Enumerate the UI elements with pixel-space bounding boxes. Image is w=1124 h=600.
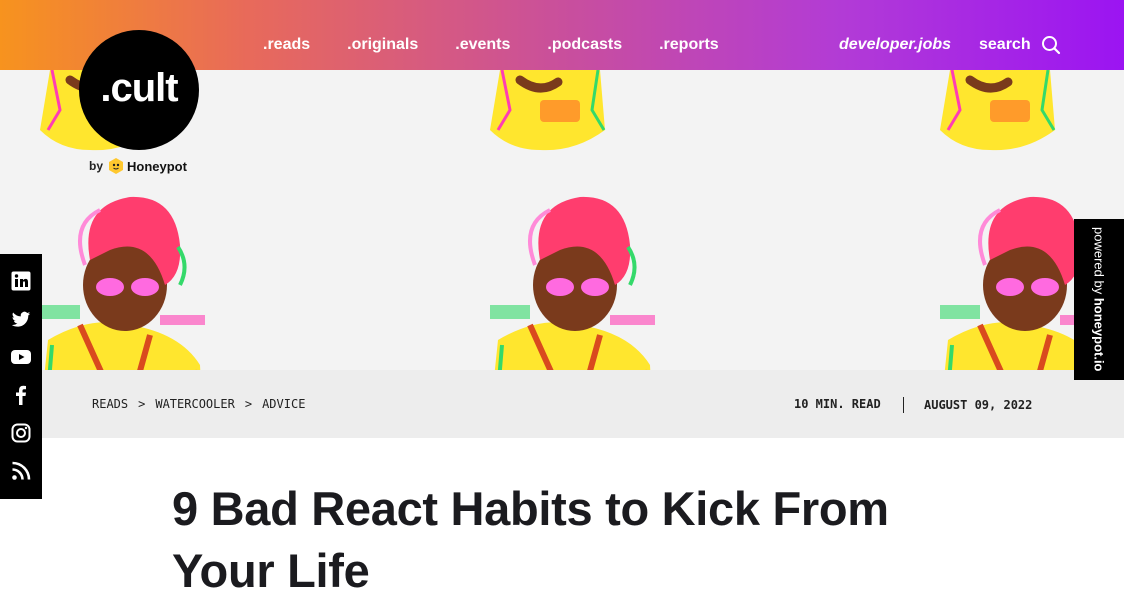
cult-logo[interactable]: .cult xyxy=(79,30,199,150)
facebook-icon[interactable] xyxy=(11,385,31,405)
developer-jobs-link[interactable]: developer.jobs xyxy=(839,36,951,54)
breadcrumb-reads[interactable]: READS xyxy=(92,397,128,411)
honeypot-bee-icon xyxy=(108,157,124,175)
nav-podcasts[interactable]: .podcasts xyxy=(547,36,622,54)
byline-by: by xyxy=(89,159,104,173)
honeypot-byline: by Honeypot xyxy=(89,157,187,175)
powered-prefix: powered by xyxy=(1091,227,1107,295)
youtube-icon[interactable] xyxy=(11,347,31,367)
logo-text: .cult xyxy=(100,65,178,110)
breadcrumb-watercooler[interactable]: WATERCOOLER xyxy=(155,397,234,411)
social-share-bar xyxy=(0,254,42,499)
meta-divider xyxy=(903,397,904,413)
read-time: 10 MIN. READ xyxy=(794,397,881,411)
publish-date: AUGUST 09, 2022 xyxy=(924,398,1033,412)
instagram-icon[interactable] xyxy=(11,423,31,443)
twitter-icon[interactable] xyxy=(11,309,31,329)
rss-icon[interactable] xyxy=(11,461,31,481)
figure-left xyxy=(35,197,205,370)
breadcrumb-advice[interactable]: ADVICE xyxy=(262,397,305,411)
breadcrumb: READS > WATERCOOLER > ADVICE xyxy=(92,397,305,411)
nav-originals[interactable]: .originals xyxy=(347,36,418,54)
nav-events[interactable]: .events xyxy=(455,36,510,54)
nav-reports[interactable]: .reports xyxy=(659,36,719,54)
main-nav: .reads .originals .events .podcasts .rep… xyxy=(263,36,756,54)
byline-brand: Honeypot xyxy=(127,158,187,174)
powered-brand: honeypot.io xyxy=(1091,298,1107,372)
breadcrumb-separator: > xyxy=(244,397,253,411)
search-label: search xyxy=(979,36,1031,53)
powered-by-text: powered by honeypot.io xyxy=(1092,227,1107,372)
article-title: 9 Bad React Habits to Kick From Your Lif… xyxy=(172,482,889,597)
figure-center xyxy=(485,197,655,370)
search-button[interactable]: search xyxy=(979,35,1061,55)
nav-reads[interactable]: .reads xyxy=(263,36,310,54)
breadcrumb-separator: > xyxy=(138,397,146,411)
search-icon xyxy=(1041,35,1061,55)
powered-by-honeypot-tab[interactable]: powered by honeypot.io xyxy=(1074,219,1124,380)
linkedin-icon[interactable] xyxy=(11,271,31,291)
article-meta-strip: READS > WATERCOOLER > ADVICE 10 MIN. REA… xyxy=(42,370,1124,438)
